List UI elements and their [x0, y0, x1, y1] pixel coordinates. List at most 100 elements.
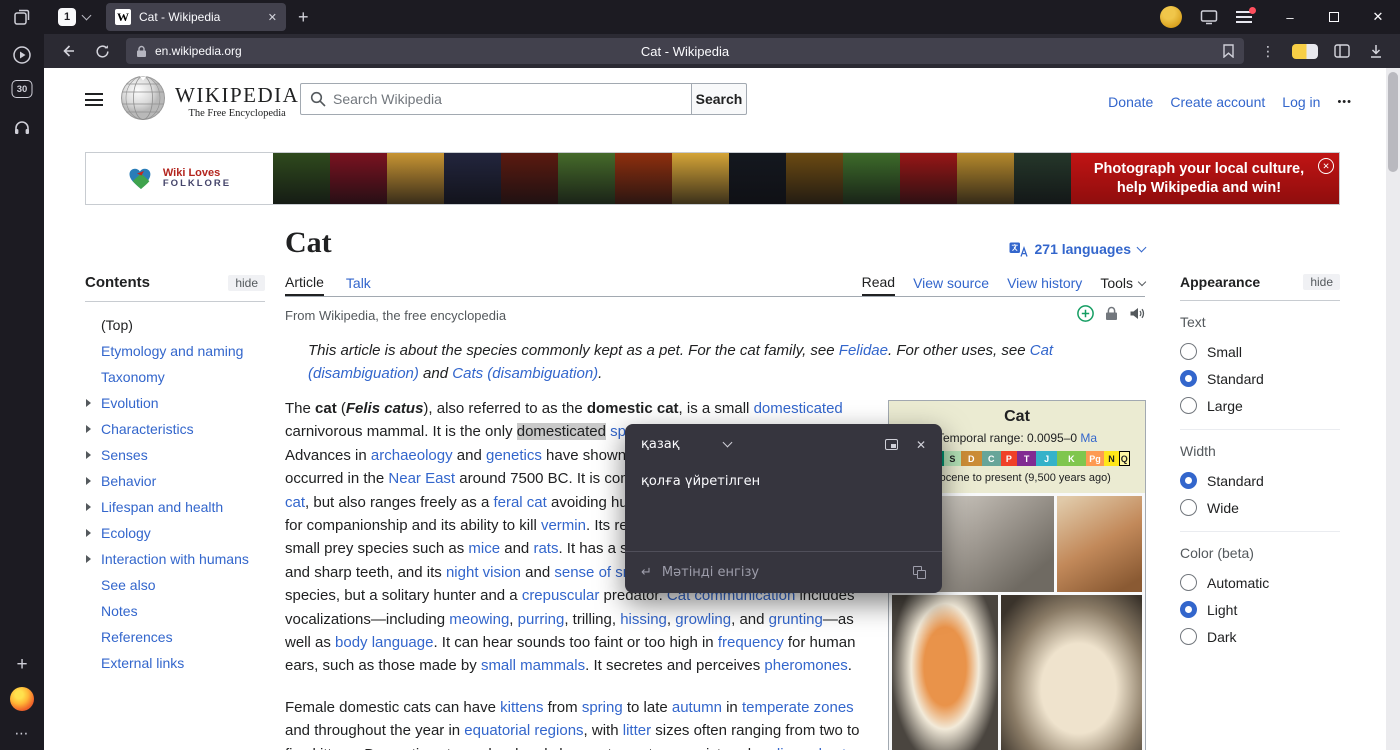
toc-item[interactable]: Ecology [85, 520, 265, 546]
popup-input-placeholder[interactable]: Мәтінді енгізу [662, 565, 759, 580]
wikipedia-logo[interactable] [120, 75, 166, 121]
wiki-link[interactable]: pheromones [764, 657, 847, 674]
toc-item[interactable]: Taxonomy [85, 364, 265, 390]
appearance-option-standard[interactable]: Standard [1180, 365, 1340, 392]
tab-article[interactable]: Article [285, 270, 324, 296]
tabs-sidebar-icon[interactable] [10, 6, 34, 28]
wiki-link[interactable]: domesticated [754, 400, 843, 417]
radio-unselected[interactable] [1180, 628, 1197, 645]
radio-selected[interactable] [1180, 370, 1197, 387]
sidebar-more-icon[interactable]: ⋯ [10, 722, 34, 744]
downloads-icon[interactable] [1362, 37, 1390, 65]
chevron-right-icon[interactable] [86, 529, 91, 537]
wiki-link[interactable]: frequency [718, 634, 784, 651]
url-bar[interactable]: en.wikipedia.org Cat - Wikipedia [126, 38, 1244, 64]
sidebar-new-icon[interactable]: + [10, 654, 34, 676]
wiki-link[interactable]: autumn [672, 699, 722, 716]
wiki-link[interactable]: equatorial regions [464, 722, 583, 739]
appearance-option-large[interactable]: Large [1180, 392, 1340, 419]
wiki-link[interactable]: small mammals [481, 657, 585, 674]
wiki-link[interactable]: archaeology [371, 447, 453, 464]
wiki-link[interactable]: mice [468, 540, 500, 557]
chevron-right-icon[interactable] [86, 451, 91, 459]
language-dropdown-icon[interactable] [722, 438, 732, 448]
window-close-button[interactable]: ✕ [1356, 0, 1400, 34]
toc-item[interactable]: External links [85, 650, 265, 676]
search-input[interactable] [300, 83, 692, 115]
chevron-right-icon[interactable] [86, 555, 91, 563]
toc-item[interactable]: (Top) [85, 312, 265, 338]
wiki-link[interactable]: Felidae [839, 342, 888, 359]
toc-link[interactable]: Lifespan and health [101, 499, 223, 515]
tab-talk[interactable]: Talk [346, 270, 371, 296]
toc-item[interactable]: Etymology and naming [85, 338, 265, 364]
browser-tab[interactable]: W Cat - Wikipedia ✕ [106, 3, 286, 31]
wiki-link[interactable]: pedigreed cats [755, 746, 853, 750]
wiki-link[interactable]: spring [582, 699, 623, 716]
wiki-link[interactable]: hissing [620, 611, 667, 628]
toc-link[interactable]: Interaction with humans [101, 551, 249, 567]
toc-item[interactable]: See also [85, 572, 265, 598]
toc-link[interactable]: Taxonomy [101, 369, 165, 385]
wiki-link[interactable]: growling [675, 611, 731, 628]
firefox-logo-icon[interactable] [10, 688, 34, 710]
appearance-option-wide[interactable]: Wide [1180, 494, 1340, 521]
popup-close-icon[interactable]: ✕ [916, 438, 926, 452]
tab-counter[interactable]: 1 [52, 5, 96, 29]
wiki-link[interactable]: genetics [486, 447, 542, 464]
wiki-link[interactable]: vermin [541, 517, 586, 534]
banner-message-area[interactable]: Photograph your local culture, help Wiki… [1071, 153, 1339, 204]
wiki-link[interactable]: Cats (disambiguation) [452, 365, 598, 382]
scrollbar-thumb[interactable] [1388, 72, 1398, 172]
back-button[interactable] [54, 37, 82, 65]
extension-icon[interactable] [1292, 44, 1318, 59]
chevron-right-icon[interactable] [86, 399, 91, 407]
tab-close-icon[interactable]: ✕ [268, 11, 277, 24]
radio-unselected[interactable] [1180, 574, 1197, 591]
donate-link[interactable]: Donate [1108, 94, 1153, 110]
search-button[interactable]: Search [691, 83, 747, 115]
cat-photo-ginger[interactable] [1057, 496, 1142, 592]
sidebar-toggle-icon[interactable] [1328, 37, 1356, 65]
toc-link[interactable]: (Top) [101, 317, 133, 333]
toc-link[interactable]: Evolution [101, 395, 159, 411]
radio-unselected[interactable] [1180, 499, 1197, 516]
wikipedia-wordmark[interactable]: WIKIPEDIA The Free Encyclopedia [175, 83, 299, 119]
extension-badge-30[interactable]: 30 [12, 80, 33, 98]
main-menu-icon[interactable] [85, 93, 103, 106]
campaign-banner[interactable]: Wiki Loves FOLKLORE Photograph your loca… [85, 152, 1340, 205]
toc-hide-button[interactable]: hide [228, 275, 265, 291]
wiki-link[interactable]: feral cat [493, 494, 546, 511]
toc-link[interactable]: Etymology and naming [101, 343, 243, 359]
wiki-link[interactable]: grunting [769, 611, 823, 628]
create-account-link[interactable]: Create account [1170, 94, 1265, 110]
radio-unselected[interactable] [1180, 397, 1197, 414]
toc-item[interactable]: Evolution [85, 390, 265, 416]
radio-selected[interactable] [1180, 601, 1197, 618]
app-menu-icon[interactable] [1236, 11, 1252, 23]
header-more-icon[interactable]: ••• [1337, 96, 1352, 108]
wiki-link[interactable]: kittens [500, 699, 543, 716]
listen-speaker-icon[interactable] [1129, 306, 1145, 321]
toc-item[interactable]: Lifespan and health [85, 494, 265, 520]
appearance-hide-button[interactable]: hide [1303, 274, 1340, 290]
view-source[interactable]: View source [913, 270, 989, 296]
appearance-option-standard[interactable]: Standard [1180, 467, 1340, 494]
banner-close-icon[interactable]: ✕ [1318, 158, 1334, 174]
wiki-link[interactable]: temperate zones [742, 699, 854, 716]
toc-link[interactable]: Senses [101, 447, 148, 463]
toc-link[interactable]: Behavior [101, 473, 156, 489]
chevron-right-icon[interactable] [86, 425, 91, 433]
wiki-link[interactable]: meowing [449, 611, 509, 628]
wiki-link[interactable]: Ma [1080, 431, 1097, 445]
wiki-link[interactable]: rats [533, 540, 558, 557]
toc-item[interactable]: Senses [85, 442, 265, 468]
open-in-window-icon[interactable] [885, 439, 898, 450]
view-read[interactable]: Read [862, 270, 895, 296]
cat-photo-siamese[interactable] [1001, 595, 1142, 750]
wiki-link[interactable]: crepuscular [522, 587, 600, 604]
wiki-link[interactable]: litter [623, 722, 651, 739]
radio-selected[interactable] [1180, 472, 1197, 489]
add-topic-icon[interactable] [1077, 305, 1094, 322]
page-actions-icon[interactable]: ⋮ [1254, 37, 1282, 65]
